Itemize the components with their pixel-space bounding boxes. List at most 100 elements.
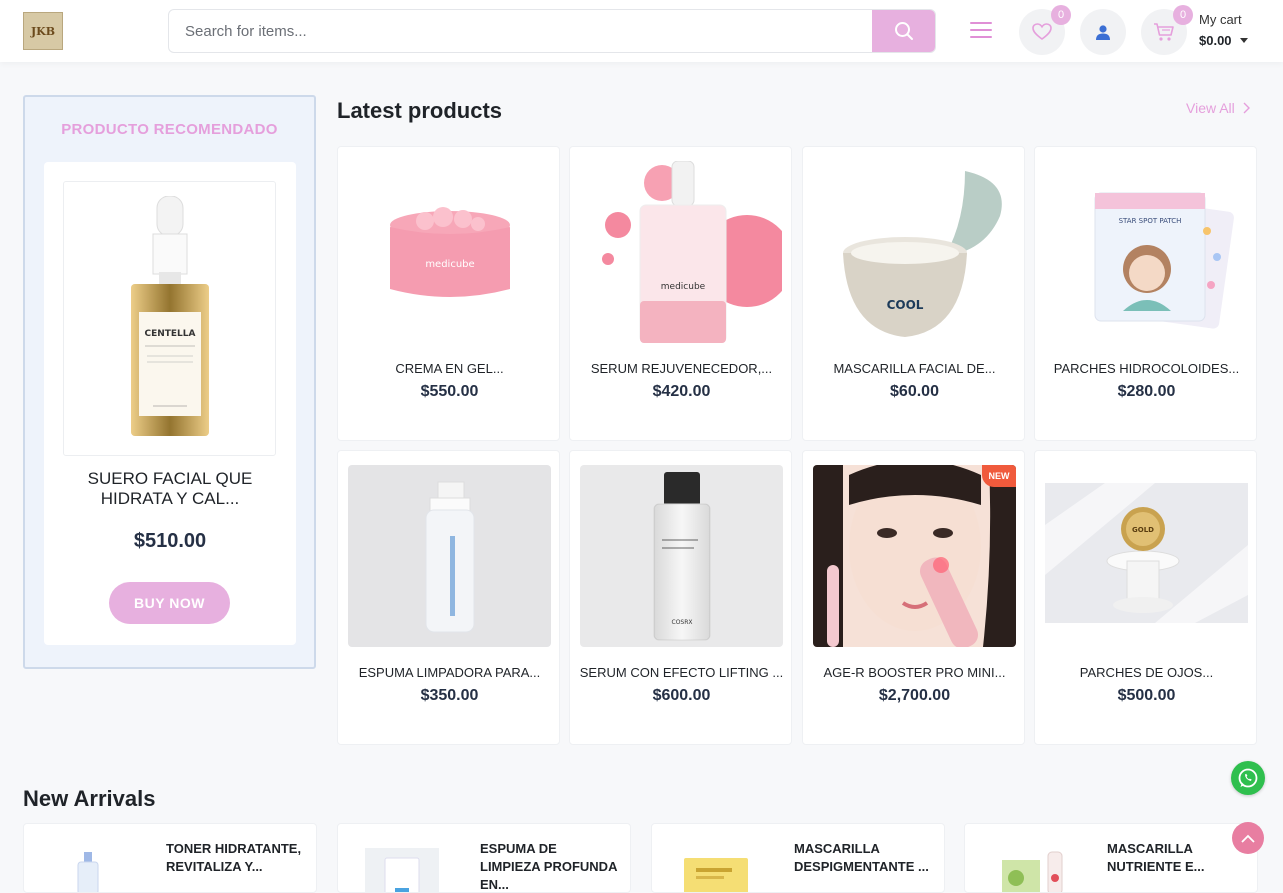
recommended-product-card[interactable]: CENTELLA SUERO FACIAL QUE HIDRATA Y CAL.… [44,162,296,645]
site-header: JKB 0 0 My cart $0.00 [0,0,1283,62]
logo-text: JKB [30,24,56,38]
product-price: $60.00 [890,383,939,400]
menu-icon[interactable] [970,22,992,40]
product-image[interactable] [348,465,551,647]
recommended-product-price: $510.00 [133,530,207,552]
arrival-image[interactable] [36,836,140,892]
cart-total-value: $0.00 [1199,33,1232,48]
nutrient-mask-image [1002,851,1063,892]
lifting-serum-image: COSRX [653,472,710,641]
spot-patch-image: STAR SPOT PATCH [1094,192,1234,329]
product-price: $550.00 [420,383,479,400]
svg-text:GOLD: GOLD [1132,526,1154,534]
product-card[interactable]: NEW AGE-R BOOSTER PRO MINI... $2,700.00 [802,450,1025,745]
wishlist-count-badge: 0 [1051,5,1071,25]
arrival-name[interactable]: TONER HIDRATANTE, REVITALIZA Y... [166,840,306,876]
product-image[interactable]: COOL [813,161,1016,343]
cart-summary[interactable]: My cart $0.00 [1199,12,1248,48]
new-badge: NEW [982,465,1016,487]
eye-patch-jar-image: GOLD [1045,483,1248,623]
arrival-card[interactable]: MASCARILLA NUTRIENTE E... [964,823,1258,893]
product-card[interactable]: COSRX SERUM CON EFECTO LIFTING ... $600.… [569,450,792,745]
mask-bowl-image: COOL [842,171,1002,337]
search-input[interactable] [169,10,873,52]
buy-now-button[interactable]: BUY NOW [109,582,230,624]
view-all-link[interactable]: View All [1186,100,1250,116]
product-card[interactable]: COOL MASCARILLA FACIAL DE... $60.00 [802,146,1025,441]
product-card[interactable]: medicube CREMA EN GEL... $550.00 [337,146,560,441]
arrival-card[interactable]: MASCARILLA DESPIGMENTANTE ... [651,823,945,893]
arrival-image[interactable] [664,836,768,892]
product-card[interactable]: GOLD PARCHES DE OJOS... $500.00 [1034,450,1257,745]
product-price: $420.00 [652,383,711,400]
product-image[interactable]: medicube [348,161,551,343]
svg-text:COSRX: COSRX [671,619,692,626]
product-price: $500.00 [1117,687,1176,704]
chevron-right-icon [1243,102,1250,114]
arrival-image[interactable] [977,836,1081,892]
site-logo[interactable]: JKB [23,12,63,50]
product-name[interactable]: PARCHES DE OJOS... [1041,665,1252,680]
arrival-name[interactable]: ESPUMA DE LIMPIEZA PROFUNDA EN... [480,840,620,892]
product-card[interactable]: ESPUMA LIMPADORA PARA... $350.00 [337,450,560,745]
product-name[interactable]: AGE-R BOOSTER PRO MINI... [809,665,1020,680]
product-card[interactable]: medicube SERUM REJUVENECEDOR,... $420.00 [569,146,792,441]
whatsapp-icon [1238,768,1258,788]
cart-total: $0.00 [1199,33,1248,48]
new-arrivals-title: New Arrivals [23,786,156,811]
product-price: $350.00 [420,687,479,704]
wishlist-button[interactable]: 0 [1019,5,1071,55]
heart-icon [1032,23,1052,40]
chevron-up-icon [1241,834,1255,843]
latest-products-title: Latest products [337,98,503,123]
product-name[interactable]: SERUM CON EFECTO LIFTING ... [576,665,787,680]
search-button[interactable] [872,10,935,52]
cart-label: My cart [1199,12,1242,27]
product-name[interactable]: PARCHES HIDROCOLOIDES... [1041,361,1252,376]
recommended-title: PRODUCTO RECOMENDADO [61,121,278,138]
whatsapp-button[interactable] [1231,761,1265,795]
product-name[interactable]: SERUM REJUVENECEDOR,... [576,361,787,376]
product-image[interactable]: medicube [580,161,783,343]
sheet-mask-image [684,858,748,892]
recommended-product-image[interactable]: CENTELLA [63,181,276,456]
search-bar [168,9,936,53]
serum-bottle-image: medicube [601,161,782,343]
view-all-label: View All [1186,100,1235,116]
svg-text:CENTELLA: CENTELLA [144,329,195,339]
account-button[interactable] [1080,9,1126,55]
svg-text:medicube: medicube [660,282,705,292]
cart-icon [1154,23,1174,41]
arrival-card[interactable]: TONER HIDRATANTE, REVITALIZA Y... [23,823,317,893]
product-image[interactable]: STAR SPOT PATCH [1045,161,1248,343]
beauty-device-model-image [813,465,1016,647]
svg-text:COOL: COOL [886,298,923,312]
foam-cleanser-image [425,481,474,633]
toner-bottle-image [77,852,99,892]
svg-text:STAR SPOT PATCH: STAR SPOT PATCH [1118,217,1181,225]
arrival-card[interactable]: ESPUMA DE LIMPIEZA PROFUNDA EN... [337,823,631,893]
product-price: $280.00 [1117,383,1176,400]
search-icon [894,22,913,40]
product-image[interactable]: COSRX [580,465,783,647]
arrival-name[interactable]: MASCARILLA NUTRIENTE E... [1107,840,1247,876]
svg-text:medicube: medicube [425,259,474,270]
product-card[interactable]: STAR SPOT PATCH PARCHES HIDROCOLOIDES...… [1034,146,1257,441]
arrival-name[interactable]: MASCARILLA DESPIGMENTANTE ... [794,840,934,876]
serum-dropper-bottle-image: CENTELLA [130,196,209,436]
product-name[interactable]: CREMA EN GEL... [344,361,555,376]
user-icon [1096,25,1110,40]
cart-count-badge: 0 [1173,5,1193,25]
recommended-panel: PRODUCTO RECOMENDADO CENTELLA SUERO FACI… [23,95,316,669]
product-image[interactable]: NEW [813,465,1016,647]
product-name[interactable]: MASCARILLA FACIAL DE... [809,361,1020,376]
product-price: $2,700.00 [878,687,951,704]
arrival-image[interactable] [350,836,454,892]
cart-button[interactable]: 0 [1141,5,1193,55]
product-name[interactable]: ESPUMA LIMPADORA PARA... [344,665,555,680]
recommended-product-name[interactable]: SUERO FACIAL QUE HIDRATA Y CAL... [54,469,286,509]
cleansing-tube-image [365,848,439,892]
scroll-to-top-button[interactable] [1232,822,1264,854]
caret-down-icon [1239,38,1248,43]
product-image[interactable]: GOLD [1045,465,1248,647]
